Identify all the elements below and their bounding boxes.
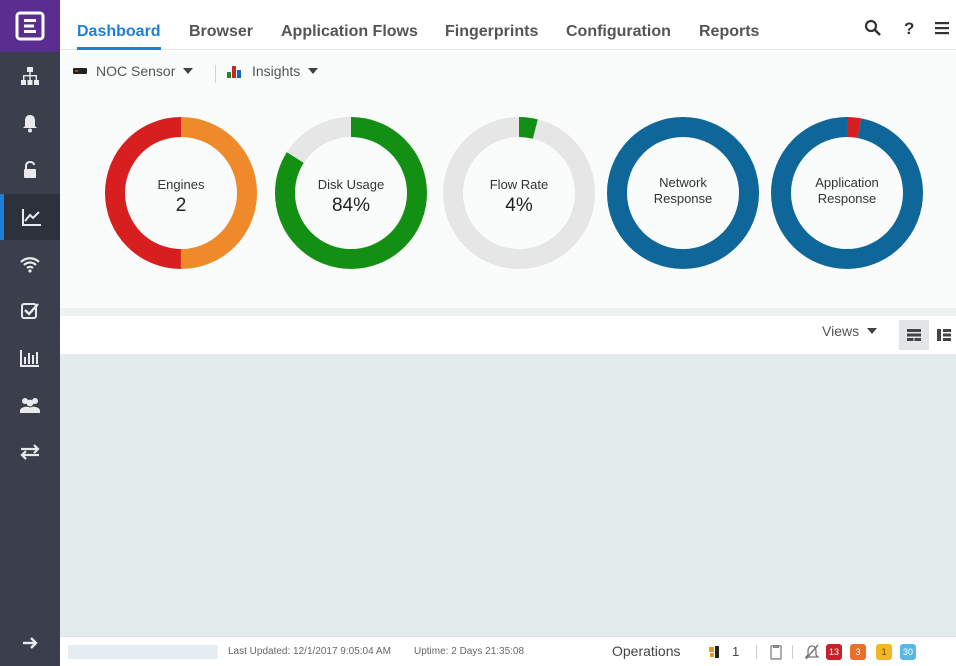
app-window: Dashboard Browser Application Flows Fing…: [0, 0, 956, 666]
hamburger-menu-icon: [935, 22, 949, 35]
dashboard-toolbar: NOC Sensor Insights: [60, 51, 956, 93]
toolbar-divider: [215, 65, 216, 83]
bar-chart-icon: [20, 350, 39, 367]
extreme-logo[interactable]: [0, 0, 60, 52]
mute-alarms-icon[interactable]: [804, 644, 820, 663]
bell-icon: [23, 115, 37, 133]
engines-gauge-value: 2: [175, 195, 187, 216]
last-updated-text: Last Updated: 12/1/2017 9:05:04 AM: [228, 646, 391, 657]
sidebar: [0, 0, 60, 666]
insights-dropdown[interactable]: Insights: [226, 63, 319, 79]
network-response-label-line2: Response: [653, 191, 713, 206]
engines-gauge-label: Engines: [157, 177, 205, 192]
gauge-panel: Engines 2 Disk Usage 84% Flow Rate 4% Ne…: [60, 93, 956, 308]
insights-chart-icon: [227, 66, 241, 78]
major-alarm-badge[interactable]: 3: [850, 644, 866, 660]
donut-segment-1: [443, 117, 595, 269]
sensor-device-icon: [73, 68, 87, 74]
logo-icon: [15, 11, 45, 41]
sidebar-item-compliance[interactable]: [0, 288, 60, 334]
users-icon: [20, 398, 40, 413]
panel-divider: [60, 308, 956, 316]
sidebar-collapse-button[interactable]: [0, 620, 60, 666]
tab-dashboard[interactable]: Dashboard: [77, 0, 161, 50]
chevron-down-icon: [308, 68, 319, 74]
tab-application-flows[interactable]: Application Flows: [281, 0, 418, 50]
line-chart-icon: [22, 209, 41, 226]
engines-gauge[interactable]: Engines 2: [103, 115, 259, 271]
application-response-label-line1: Application: [815, 175, 879, 190]
views-dropdown[interactable]: Views: [822, 323, 878, 339]
top-navigation: Dashboard Browser Application Flows Fing…: [60, 0, 956, 50]
sidebar-item-connect[interactable]: [0, 429, 60, 475]
info-alarm-badge[interactable]: 30: [900, 644, 916, 660]
insights-label: Insights: [252, 63, 301, 79]
sidebar-item-control[interactable]: [0, 147, 60, 193]
sitemap-icon: [21, 67, 39, 85]
grid-layout-icon: [907, 329, 921, 341]
views-bar: Views: [60, 316, 956, 354]
flow-rate-donut-chart: [443, 117, 595, 269]
disk-usage-gauge-label: Disk Usage: [317, 177, 385, 192]
views-label: Views: [822, 323, 860, 339]
uptime-text: Uptime: 2 Days 21:35:08: [414, 646, 525, 657]
network-response-label-line1: Network: [659, 175, 707, 190]
sidebar-item-admin[interactable]: [0, 382, 60, 428]
network-response-gauge[interactable]: Network Response: [605, 115, 761, 271]
tab-browser[interactable]: Browser: [189, 0, 253, 50]
minor-alarm-badge[interactable]: 1: [876, 644, 892, 660]
list-view-button[interactable]: [932, 320, 956, 350]
search-button[interactable]: [864, 19, 882, 42]
grid-view-button[interactable]: [899, 320, 929, 350]
application-response-gauge[interactable]: Application Response: [769, 115, 925, 271]
help-button[interactable]: ?: [904, 19, 914, 39]
flow-rate-gauge-value: 4%: [505, 195, 533, 216]
dashboard-content-area: [60, 354, 956, 636]
sidebar-item-analytics[interactable]: [0, 194, 60, 240]
sidebar-item-reports[interactable]: [0, 335, 60, 381]
sensor-dropdown[interactable]: NOC Sensor: [72, 63, 194, 79]
disk-usage-gauge[interactable]: Disk Usage 84%: [273, 115, 429, 271]
list-layout-icon: [937, 329, 951, 341]
wifi-icon: [20, 257, 40, 273]
tab-reports[interactable]: Reports: [699, 0, 759, 50]
flow-rate-gauge[interactable]: Flow Rate 4%: [441, 115, 597, 271]
sidebar-item-alarms[interactable]: [0, 100, 60, 146]
critical-alarm-badge[interactable]: 13: [826, 644, 842, 660]
tab-configuration[interactable]: Configuration: [566, 0, 671, 50]
engines-donut-chart: [105, 117, 257, 269]
disk-usage-donut-chart: [275, 117, 427, 269]
status-divider: [792, 645, 793, 659]
status-divider: [756, 645, 757, 659]
menu-button[interactable]: [934, 20, 950, 41]
unlock-icon: [24, 160, 36, 178]
status-bar: Last Updated: 12/1/2017 9:05:04 AM Uptim…: [60, 636, 956, 666]
search-icon: [864, 19, 881, 36]
sidebar-item-wireless[interactable]: [0, 241, 60, 287]
checkbox-icon: [21, 303, 39, 319]
status-redacted-field: [68, 645, 218, 659]
operations-count: 1: [732, 644, 740, 659]
operations-button[interactable]: Operations: [612, 643, 680, 659]
operations-icon[interactable]: [708, 645, 724, 662]
flow-rate-gauge-label: Flow Rate: [489, 177, 549, 192]
application-response-label-line2: Response: [817, 191, 877, 206]
chevron-down-icon: [867, 328, 878, 334]
chevron-down-icon: [183, 68, 194, 74]
sensor-label: NOC Sensor: [96, 63, 176, 79]
tab-fingerprints[interactable]: Fingerprints: [445, 0, 538, 50]
clipboard-icon[interactable]: [770, 644, 782, 663]
exchange-icon: [20, 444, 40, 460]
arrow-right-icon: [23, 637, 38, 649]
disk-usage-gauge-value: 84%: [331, 195, 371, 216]
sidebar-item-network[interactable]: [0, 53, 60, 99]
